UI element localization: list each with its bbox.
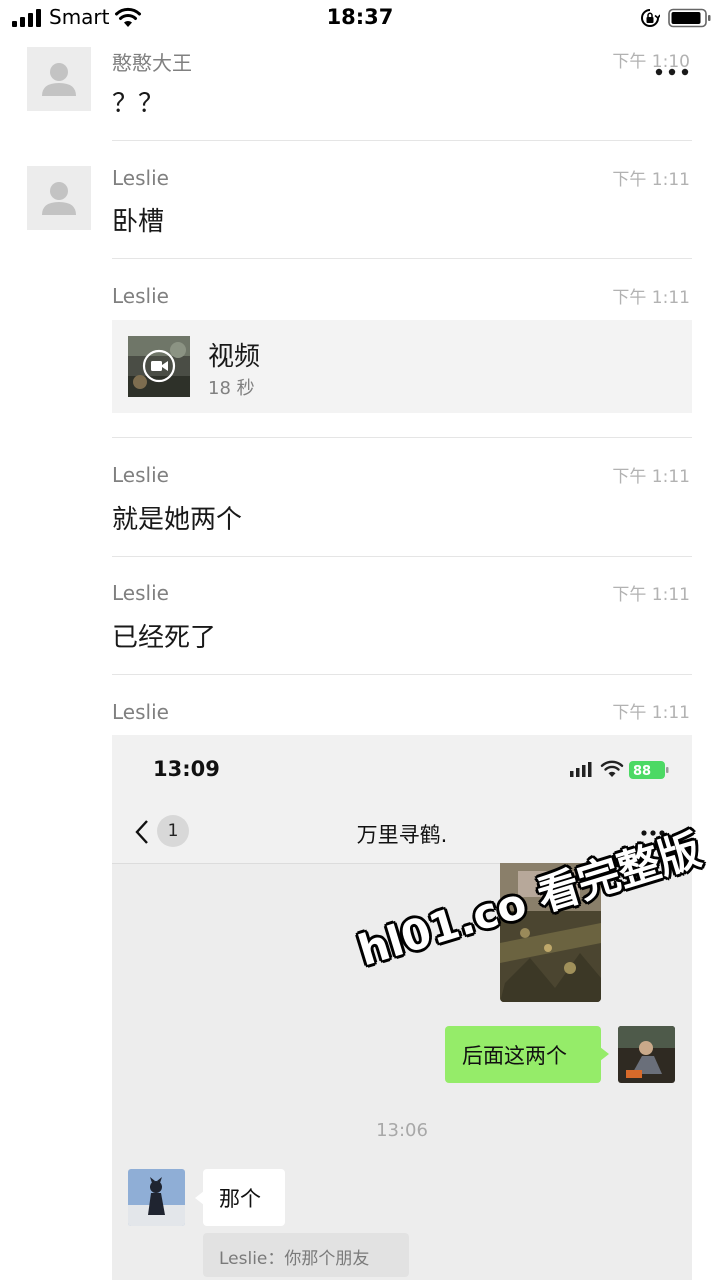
status-time: 18:37: [326, 5, 394, 29]
divider: [112, 556, 692, 557]
divider: [112, 140, 692, 141]
status-bar: Smart 18:37: [0, 0, 720, 36]
video-thumbnail: [128, 336, 190, 397]
video-duration: 18 秒: [208, 378, 255, 399]
message-time: 下午 1:10: [612, 52, 690, 72]
battery-icon: [668, 8, 711, 28]
message-time: 下午 1:11: [612, 288, 690, 308]
sender-name: Leslie: [112, 284, 169, 308]
orientation-lock-icon: [641, 9, 660, 27]
bubble-tail: [600, 1047, 609, 1061]
divider: [112, 258, 692, 259]
message-text: 就是她两个: [112, 505, 243, 535]
avatar[interactable]: [27, 47, 91, 111]
message-text: 卧槽: [112, 207, 165, 237]
message-time: 下午 1:11: [612, 467, 690, 487]
sender-name: Leslie: [112, 700, 169, 724]
message-time: 下午 1:11: [612, 703, 690, 723]
screenshot-sent-bubble: 后面这两个: [445, 1026, 601, 1083]
screenshot-timestamp: 13:06: [376, 1120, 428, 1141]
sender-name: 憨憨大王: [112, 51, 192, 75]
avatar[interactable]: [27, 166, 91, 230]
image-message-screenshot[interactable]: 13:09 88 1 万里寻鹤. 后面这两个 13:06 那个 Leslie：你…: [112, 735, 692, 1280]
default-avatar-icon: [42, 63, 76, 96]
sender-name: Leslie: [112, 463, 169, 487]
divider: [112, 674, 692, 675]
message-time: 下午 1:11: [612, 170, 690, 190]
message-text: ？？: [112, 89, 165, 119]
sender-name: Leslie: [112, 166, 169, 190]
screenshot-contact-avatar: [128, 1169, 185, 1226]
default-avatar-icon: [42, 182, 76, 215]
screenshot-sender-avatar: [618, 1026, 675, 1083]
video-camera-icon: [151, 361, 162, 371]
message-time: 下午 1:11: [612, 585, 690, 605]
screenshot-sent-text: 后面这两个: [462, 1044, 567, 1068]
screenshot-status-time: 13:09: [153, 757, 220, 781]
message-text: 已经死了: [112, 623, 217, 653]
screenshot-received-bubble: 那个: [203, 1169, 285, 1226]
divider: [112, 437, 692, 438]
screenshot-status-icons: 88: [570, 760, 669, 779]
video-message-card[interactable]: 视频 18 秒: [112, 320, 692, 413]
screenshot-quote-text: Leslie：你那个朋友: [219, 1249, 370, 1269]
video-title: 视频: [208, 342, 261, 372]
screenshot-quote-block: Leslie：你那个朋友: [203, 1233, 409, 1277]
screenshot-received-text: 那个: [219, 1187, 261, 1211]
screenshot-battery-level: 88: [633, 764, 651, 779]
sender-name: Leslie: [112, 581, 169, 605]
